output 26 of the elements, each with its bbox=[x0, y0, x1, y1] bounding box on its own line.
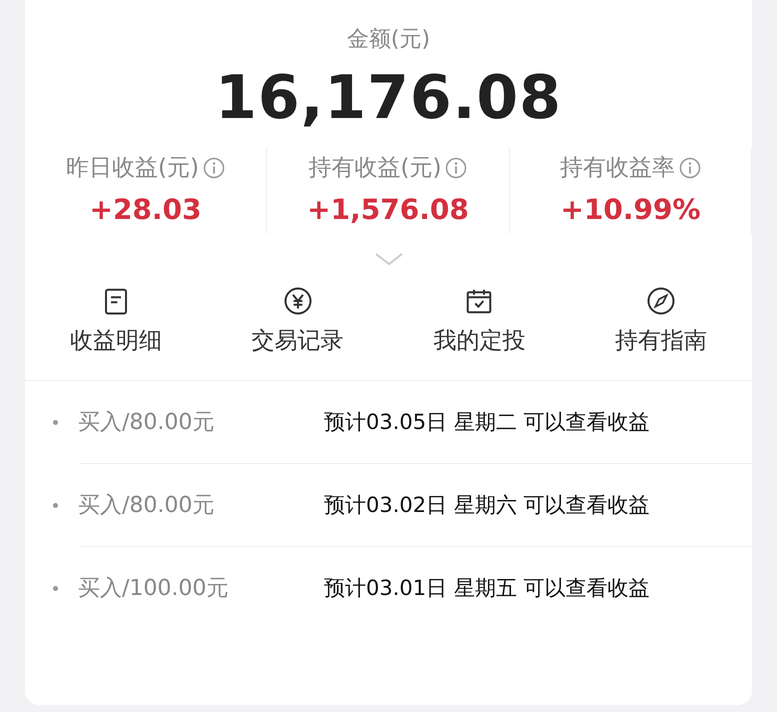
info-icon[interactable] bbox=[445, 157, 468, 179]
bullet-icon bbox=[53, 420, 58, 424]
purchase-amount: 买入/100.00元 bbox=[78, 575, 230, 603]
total-amount: 16,176.08 bbox=[215, 62, 562, 135]
stat-value: +1,576.08 bbox=[307, 192, 469, 228]
bullet-icon bbox=[53, 586, 58, 590]
purchase-amount: 买入/80.00元 bbox=[78, 492, 216, 520]
earnings-note: 预计03.05日 星期二 可以查看收益 bbox=[324, 409, 650, 436]
earnings-note: 预计03.01日 星期五 可以查看收益 bbox=[324, 575, 650, 602]
yen-icon[interactable] bbox=[282, 286, 313, 316]
action-link[interactable]: 交易记录 bbox=[252, 324, 344, 358]
action-link[interactable]: 我的定投 bbox=[433, 324, 526, 358]
info-icon[interactable] bbox=[202, 157, 225, 179]
compass-icon[interactable] bbox=[646, 286, 676, 316]
bullet-icon bbox=[53, 502, 58, 508]
earnings-note: 预计03.02日 星期六 可以查看收益 bbox=[324, 492, 650, 519]
stat-label: 昨日收益(元) bbox=[66, 154, 199, 183]
stat-value: +28.03 bbox=[89, 192, 202, 228]
stat-value: +10.99% bbox=[560, 192, 701, 228]
purchase-amount: 买入/80.00元 bbox=[78, 409, 216, 437]
amount-label: 金额(元) bbox=[346, 26, 430, 54]
stat-label: 持有收益(元) bbox=[308, 154, 442, 183]
info-icon[interactable] bbox=[679, 157, 701, 179]
action-link[interactable]: 持有指南 bbox=[615, 324, 708, 358]
stat-label: 持有收益率 bbox=[560, 154, 675, 183]
action-link[interactable]: 收益明细 bbox=[70, 324, 162, 358]
